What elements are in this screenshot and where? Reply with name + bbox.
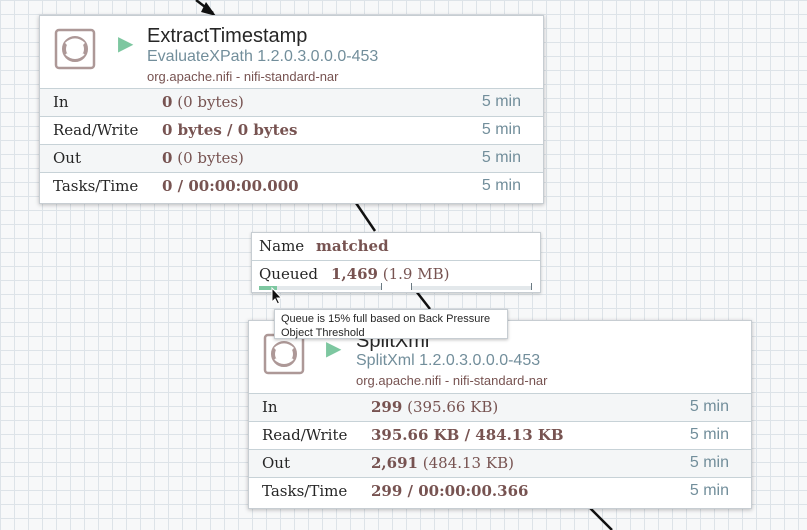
stat-count: 299 xyxy=(371,398,403,416)
backpressure-tick xyxy=(411,283,412,290)
stat-row-in: In 0 (0 bytes) 5 min xyxy=(40,88,543,116)
stat-value: 0 (0 bytes) xyxy=(162,149,244,167)
stat-row-read-write: Read/Write 0 bytes / 0 bytes 5 min xyxy=(40,116,543,144)
stat-row-in: In 299 (395.66 KB) 5 min xyxy=(249,393,751,421)
connection-queued-row: Queued 1,469 (1.9 MB) xyxy=(252,260,540,288)
connection-name-value: matched xyxy=(316,237,389,255)
play-icon: ▶ xyxy=(118,33,134,55)
queued-value: 1,469 (1.9 MB) xyxy=(331,265,449,283)
stat-label: Out xyxy=(262,454,290,472)
stat-row-tasks-time: Tasks/Time 299 / 00:00:00.366 5 min xyxy=(249,477,751,505)
processor-icon xyxy=(54,28,96,75)
stat-size: (395.66 KB) xyxy=(407,398,499,416)
stat-value: 2,691 (484.13 KB) xyxy=(371,454,514,472)
stat-row-out: Out 0 (0 bytes) 5 min xyxy=(40,144,543,172)
connection-name-row: Name matched xyxy=(252,233,540,260)
stat-time: 5 min xyxy=(689,426,729,443)
stat-time: 5 min xyxy=(689,454,729,471)
stat-value: 299 / 00:00:00.366 xyxy=(371,482,528,500)
stat-time: 5 min xyxy=(481,93,521,110)
connection-label[interactable]: Name matched Queued 1,469 (1.9 MB) xyxy=(251,232,541,293)
processor-split-xml[interactable]: ▶ SplitXml SplitXml 1.2.0.3.0.0.0-453 or… xyxy=(248,320,752,509)
stat-count: 0 / 00:00:00.000 xyxy=(162,177,299,195)
processor-type: EvaluateXPath 1.2.0.3.0.0.0-453 xyxy=(147,48,379,65)
backpressure-bar[interactable] xyxy=(259,283,538,290)
stat-time: 5 min xyxy=(689,398,729,415)
backpressure-tooltip: Queue is 15% full based on Back Pressure… xyxy=(274,309,508,339)
processor-bundle: org.apache.nifi - nifi-standard-nar xyxy=(147,69,339,84)
processor-icon xyxy=(263,333,305,380)
stat-count: 0 bytes / 0 bytes xyxy=(162,121,298,139)
stat-value: 395.66 KB / 484.13 KB xyxy=(371,426,564,444)
backpressure-tick xyxy=(531,283,532,290)
stat-label: Tasks/Time xyxy=(262,482,348,500)
stat-label: In xyxy=(262,398,278,416)
connection-name-label: Name xyxy=(259,237,305,255)
stat-label: Read/Write xyxy=(262,426,348,444)
queued-label: Queued xyxy=(259,265,318,283)
queued-count: 1,469 xyxy=(331,265,378,283)
processor-bundle: org.apache.nifi - nifi-standard-nar xyxy=(356,373,548,388)
stat-value: 0 (0 bytes) xyxy=(162,93,244,111)
stat-count: 0 xyxy=(162,93,173,111)
connection-line-middle[interactable] xyxy=(354,202,377,232)
connection-line-lower[interactable] xyxy=(415,290,431,310)
connection-line-bottom[interactable] xyxy=(589,507,613,530)
processor-name: ExtractTimestamp xyxy=(147,25,308,47)
stat-size: (0 bytes) xyxy=(177,93,244,111)
stat-value: 0 / 00:00:00.000 xyxy=(162,177,299,195)
queued-size: (1.9 MB) xyxy=(382,265,450,283)
stat-count: 2,691 xyxy=(371,454,418,472)
stat-time: 5 min xyxy=(481,177,521,194)
stat-label: Out xyxy=(53,149,81,167)
stat-count: 0 xyxy=(162,149,173,167)
stat-label: In xyxy=(53,93,69,111)
stat-value: 0 bytes / 0 bytes xyxy=(162,121,297,139)
stat-row-out: Out 2,691 (484.13 KB) 5 min xyxy=(249,449,751,477)
stat-value: 299 (395.66 KB) xyxy=(371,398,498,416)
processor-header: ▶ ExtractTimestamp EvaluateXPath 1.2.0.3… xyxy=(40,16,543,88)
mouse-cursor-icon xyxy=(271,287,283,305)
processor-type: SplitXml 1.2.0.3.0.0.0-453 xyxy=(356,352,541,369)
stat-size: (0 bytes) xyxy=(177,149,244,167)
stat-size: (484.13 KB) xyxy=(422,454,514,472)
stat-row-tasks-time: Tasks/Time 0 / 00:00:00.000 5 min xyxy=(40,172,543,200)
stat-row-read-write: Read/Write 395.66 KB / 484.13 KB 5 min xyxy=(249,421,751,449)
stat-label: Tasks/Time xyxy=(53,177,139,195)
stat-time: 5 min xyxy=(481,149,521,166)
connection-name: matched xyxy=(316,237,389,255)
backpressure-size-track xyxy=(411,286,531,290)
backpressure-tick xyxy=(381,283,382,290)
stat-time: 5 min xyxy=(481,121,521,138)
stat-time: 5 min xyxy=(689,482,729,499)
stat-count: 395.66 KB / 484.13 KB xyxy=(371,426,564,444)
stat-count: 299 / 00:00:00.366 xyxy=(371,482,529,500)
processor-extract-timestamp[interactable]: ▶ ExtractTimestamp EvaluateXPath 1.2.0.3… xyxy=(39,15,544,204)
stat-label: Read/Write xyxy=(53,121,139,139)
